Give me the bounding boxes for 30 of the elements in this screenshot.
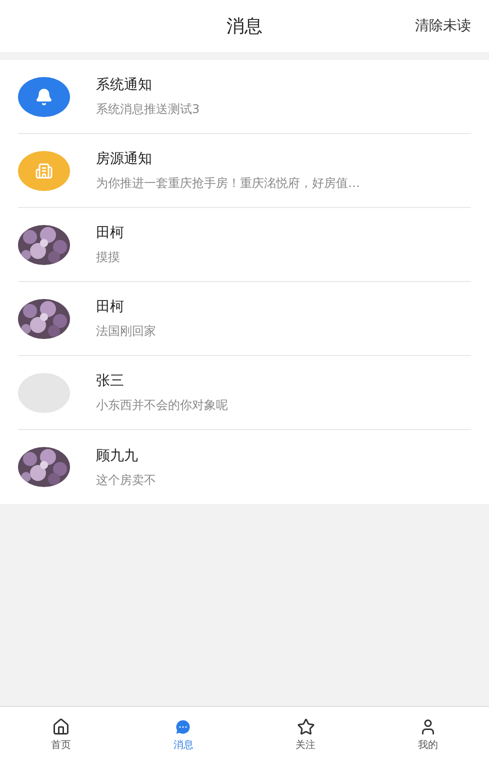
building-icon: [18, 150, 70, 190]
home-icon: [52, 718, 70, 736]
sender-name: 系统通知: [96, 76, 153, 95]
message-item[interactable]: 田柯 摸摸: [18, 208, 471, 282]
tab[interactable]: 首页: [0, 707, 122, 764]
star-icon: [296, 718, 315, 736]
clear-unread-button[interactable]: 清除未读: [415, 16, 471, 36]
sender-name: 房源通知: [96, 150, 153, 169]
sender-name: 田柯: [96, 298, 125, 317]
message-item[interactable]: 田柯 法国刚回家: [18, 282, 471, 356]
message-preview: 这个房卖不: [96, 472, 156, 488]
message-item[interactable]: 房源通知 为你推进一套重庆抢手房！重庆洺悦府，好房值…: [18, 134, 471, 208]
chat-icon: [174, 718, 192, 736]
avatar-placeholder: [18, 372, 70, 412]
sender-name: 田柯: [96, 224, 124, 243]
message-preview: 为你推进一套重庆抢手房！重庆洺悦府，好房值…: [96, 175, 360, 192]
message-item[interactable]: 张三 小东西并不会的你对象呢: [18, 356, 471, 430]
tab[interactable]: 消息: [122, 707, 244, 764]
sender-name: 顾九九: [96, 446, 139, 466]
page-title: 消息: [226, 14, 262, 38]
tab[interactable]: 我的: [366, 707, 489, 764]
message-item[interactable]: 系统通知 系统消息推送测试3: [18, 60, 471, 134]
tab[interactable]: 关注: [244, 707, 367, 764]
message-preview: 法国刚回家: [96, 323, 156, 340]
message-preview: 小东西并不会的你对象呢: [96, 397, 228, 414]
bell-icon: [18, 76, 70, 116]
message-preview: 系统消息推送测试3: [96, 101, 200, 118]
message-preview: 摸摸: [96, 249, 121, 266]
sender-name: 张三: [96, 372, 125, 391]
message-item[interactable]: 顾九九 这个房卖不: [18, 430, 471, 504]
